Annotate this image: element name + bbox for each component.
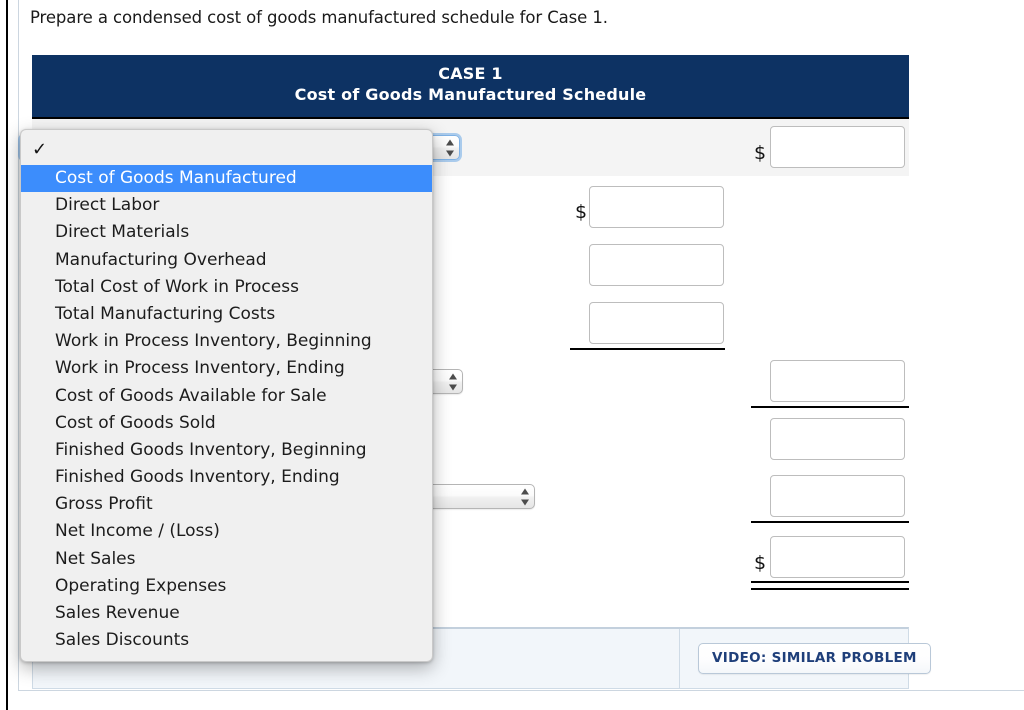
amount-input-4[interactable]	[589, 302, 724, 344]
dropdown-option-net-sales[interactable]: Net Sales	[21, 546, 432, 573]
currency-symbol-8: $	[754, 552, 767, 574]
dropdown-option-cost-of-goods-sold[interactable]: Cost of Goods Sold	[21, 410, 432, 437]
dropdown-option-manufacturing-overhead[interactable]: Manufacturing Overhead	[21, 247, 432, 274]
dropdown-option-label: Sales Revenue	[55, 603, 180, 623]
page-bottom-panel	[18, 690, 1024, 710]
amount-input-6[interactable]	[770, 418, 905, 460]
subtotal-rule-3	[751, 521, 909, 523]
chevron-updown-icon	[520, 488, 529, 505]
dropdown-option-label: Work in Process Inventory, Beginning	[55, 331, 372, 352]
amount-input-7[interactable]	[770, 475, 905, 517]
dropdown-option-net-income-loss[interactable]: Net Income / (Loss)	[21, 518, 432, 545]
dropdown-option-operating-expenses[interactable]: Operating Expenses	[21, 573, 432, 600]
question-prompt: Prepare a condensed cost of goods manufa…	[30, 8, 608, 27]
page-root: Prepare a condensed cost of goods manufa…	[0, 0, 1024, 710]
footer-divider	[679, 629, 680, 688]
dropdown-option-label: Finished Goods Inventory, Ending	[55, 467, 340, 488]
dropdown-option-sales-discounts[interactable]: Sales Discounts	[21, 627, 432, 654]
dropdown-option-label: Gross Profit	[55, 494, 153, 515]
page-left-border	[6, 0, 8, 710]
dropdown-option-total-manufacturing-costs[interactable]: Total Manufacturing Costs	[21, 301, 432, 328]
checkmark-icon: ✓	[32, 139, 48, 160]
dropdown-option-label: Direct Materials	[55, 222, 190, 243]
dropdown-option-label: Operating Expenses	[55, 575, 227, 596]
dropdown-option-label: Manufacturing Overhead	[55, 249, 267, 270]
dropdown-option-direct-materials[interactable]: Direct Materials	[21, 219, 432, 246]
video-similar-problem-button[interactable]: VIDEO: SIMILAR PROBLEM	[698, 643, 931, 674]
dropdown-option-label: Cost of Goods Sold	[55, 412, 216, 433]
dropdown-option-label: Total Cost of Work in Process	[55, 276, 299, 297]
content-left-rule	[18, 0, 19, 700]
dropdown-option-label: Direct Labor	[55, 195, 160, 216]
dropdown-option-finished-goods-inventory-beginning[interactable]: Finished Goods Inventory, Beginning	[21, 437, 432, 464]
dropdown-option-cost-of-goods-available-for-sale[interactable]: Cost of Goods Available for Sale	[21, 383, 432, 410]
dropdown-option-work-in-process-inventory-beginning[interactable]: Work in Process Inventory, Beginning	[21, 328, 432, 355]
grand-total-double-rule	[751, 581, 909, 590]
subtotal-rule-2	[751, 406, 909, 408]
amount-input-5[interactable]	[770, 360, 905, 402]
dropdown-option-label: Work in Process Inventory, Ending	[55, 358, 345, 379]
dropdown-option-blank[interactable]: ✓	[21, 135, 432, 165]
amount-input-2[interactable]	[589, 186, 724, 228]
dropdown-option-direct-labor[interactable]: Direct Labor	[21, 192, 432, 219]
dropdown-option-label: Sales Discounts	[55, 630, 190, 651]
dropdown-option-sales-revenue[interactable]: Sales Revenue	[21, 600, 432, 627]
dropdown-option-label: Net Income / (Loss)	[55, 521, 220, 542]
amount-input-1[interactable]	[770, 126, 905, 168]
schedule-case-label: CASE 1	[438, 64, 503, 83]
dropdown-option-work-in-process-inventory-ending[interactable]: Work in Process Inventory, Ending	[21, 355, 432, 382]
dropdown-option-cost-of-goods-manufactured[interactable]: Cost of Goods Manufactured	[21, 165, 432, 193]
dropdown-option-finished-goods-inventory-ending[interactable]: Finished Goods Inventory, Ending	[21, 464, 432, 491]
chevron-updown-icon	[445, 139, 454, 156]
schedule-header: CASE 1 Cost of Goods Manufactured Schedu…	[32, 55, 909, 119]
dropdown-option-label: Cost of Goods Manufactured	[55, 168, 297, 188]
dropdown-option-label: Cost of Goods Available for Sale	[55, 385, 327, 406]
dropdown-option-label: Net Sales	[55, 548, 136, 569]
dropdown-option-gross-profit[interactable]: Gross Profit	[21, 491, 432, 518]
schedule-title: Cost of Goods Manufactured Schedule	[294, 85, 647, 104]
chevron-updown-icon	[448, 373, 457, 390]
subtotal-rule-1	[570, 348, 725, 350]
dropdown-option-label: Finished Goods Inventory, Beginning	[55, 439, 367, 460]
dropdown-option-label: Total Manufacturing Costs	[55, 303, 276, 324]
currency-symbol-2: $	[575, 201, 588, 223]
currency-symbol-1: $	[754, 142, 767, 164]
amount-input-3[interactable]	[589, 244, 724, 286]
account-select-dropdown-menu[interactable]: ✓ Cost of Goods Manufactured Direct Labo…	[20, 129, 433, 663]
dropdown-option-total-cost-of-work-in-process[interactable]: Total Cost of Work in Process	[21, 274, 432, 301]
amount-input-8[interactable]	[770, 536, 905, 578]
